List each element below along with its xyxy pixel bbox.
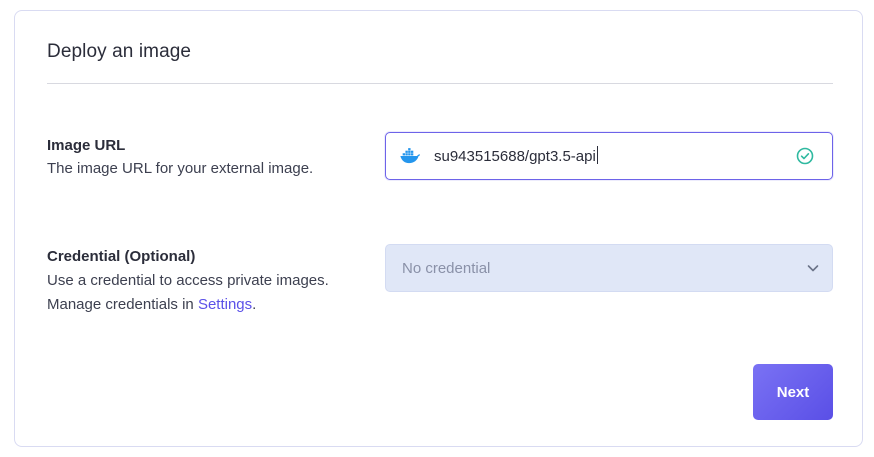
check-circle-icon [796, 147, 814, 165]
credential-select[interactable]: No credential [385, 244, 833, 292]
chevron-down-icon [806, 261, 820, 275]
credential-description: Use a credential to access private image… [47, 272, 329, 289]
title-divider [47, 83, 833, 84]
docker-icon [399, 145, 421, 167]
text-caret [596, 146, 598, 164]
credential-manage-prefix: Manage credentials in [47, 296, 198, 313]
image-url-label: Image URL [47, 137, 126, 154]
credential-selected-value: No credential [402, 260, 491, 277]
image-url-value: su943515688/gpt3.5-api [434, 148, 596, 165]
image-url-description: The image URL for your external image. [47, 160, 314, 177]
image-url-input[interactable]: su943515688/gpt3.5-api [385, 132, 833, 180]
credential-manage-suffix: . [252, 296, 257, 313]
page-title: Deploy an image [47, 41, 192, 62]
next-button[interactable]: Next [753, 364, 833, 420]
credential-manage-text: Manage credentials in Settings. [47, 293, 256, 317]
deploy-image-card: Deploy an image Image URL The image URL … [14, 10, 863, 447]
credential-label: Credential (Optional) [47, 248, 196, 265]
settings-link[interactable]: Settings [198, 296, 252, 313]
